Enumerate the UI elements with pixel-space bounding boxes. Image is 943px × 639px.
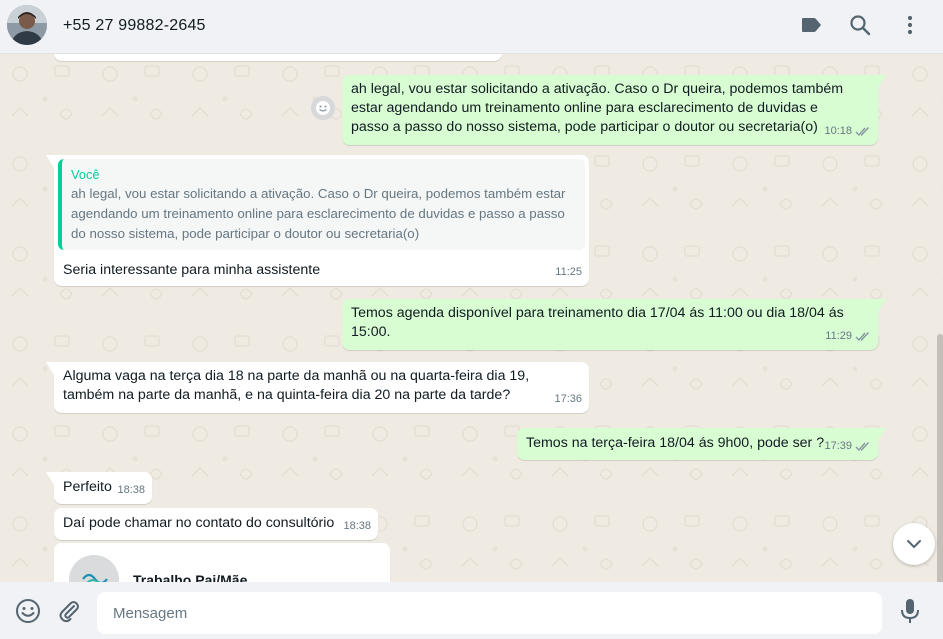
quote-author: Você: [71, 167, 100, 182]
contact-avatar[interactable]: [7, 5, 47, 45]
read-ticks-icon: [855, 127, 870, 137]
contact-card-logo: [69, 555, 119, 582]
emoji-reaction-icon[interactable]: [311, 96, 335, 120]
message-bubble-incoming-reply[interactable]: Você ah legal, vou estar solicitando a a…: [46, 155, 589, 286]
message-text: ah legal, vou estar solicitando a ativaç…: [351, 81, 844, 135]
kebab-menu-icon[interactable]: [897, 12, 923, 38]
message-meta: 18:38: [343, 517, 371, 536]
read-ticks-icon: [855, 442, 870, 452]
avatar-photo: [7, 5, 47, 45]
message-bubble-incoming-partial[interactable]: [54, 54, 502, 61]
message-bubble-incoming[interactable]: Alguma vaga na terça dia 18 na parte da …: [46, 362, 589, 413]
message-bubble-incoming[interactable]: Perfeito 18:38: [46, 472, 152, 504]
message-time: 18:38: [117, 484, 145, 496]
emoji-icon[interactable]: [14, 597, 42, 625]
search-icon[interactable]: [847, 12, 873, 38]
contact-card-title: Trabalho Pai/Mãe: [133, 572, 248, 582]
message-meta: 17:39: [824, 437, 871, 456]
message-meta: 10:18: [824, 122, 871, 141]
message-time: 17:39: [824, 440, 852, 452]
message-bubble-outgoing[interactable]: Temos na terça-feira 18/04 ás 9h00, pode…: [517, 428, 886, 460]
scroll-to-bottom-button[interactable]: [893, 523, 935, 565]
message-time: 11:29: [825, 330, 852, 342]
message-list[interactable]: ah legal, vou estar solicitando a ativaç…: [0, 54, 943, 582]
message-text: Temos agenda disponível para treinamento…: [351, 305, 844, 340]
contact-name[interactable]: +55 27 99882-2645: [63, 17, 206, 35]
message-meta: 17:36: [554, 390, 582, 409]
message-bubble-outgoing[interactable]: ah legal, vou estar solicitando a ativaç…: [342, 75, 886, 145]
message-bubble-incoming[interactable]: Daí pode chamar no contato do consultóri…: [54, 508, 378, 540]
message-time: 11:25: [555, 266, 582, 278]
message-composer: [0, 582, 943, 639]
message-time: 17:36: [554, 393, 582, 405]
message-text: Alguma vaga na terça dia 18 na parte da …: [63, 368, 530, 403]
message-time: 18:38: [343, 520, 371, 532]
message-text: Seria interessante para minha assistente: [63, 262, 321, 278]
read-ticks-icon: [855, 332, 870, 342]
message-meta: 18:38: [117, 481, 145, 500]
message-bubble-outgoing[interactable]: Temos agenda disponível para treinamento…: [342, 299, 886, 350]
chat-header: +55 27 99882-2645: [0, 0, 943, 54]
contact-card-message[interactable]: Trabalho Pai/Mãe: [54, 543, 390, 582]
quoted-message[interactable]: Você ah legal, vou estar solicitando a a…: [58, 159, 585, 250]
quote-text: ah legal, vou estar solicitando a ativaç…: [71, 186, 566, 241]
message-meta: 11:29: [825, 327, 871, 346]
message-time: 10:18: [824, 125, 852, 137]
chevron-down-icon: [907, 540, 921, 549]
message-text: Daí pode chamar no contato do consultóri…: [63, 515, 335, 531]
microphone-icon[interactable]: [896, 597, 924, 625]
label-icon[interactable]: [798, 12, 824, 38]
message-meta: 11:25: [555, 263, 582, 282]
attach-icon[interactable]: [55, 597, 83, 625]
message-input[interactable]: [97, 592, 882, 634]
chat-scrollbar[interactable]: [937, 334, 943, 582]
